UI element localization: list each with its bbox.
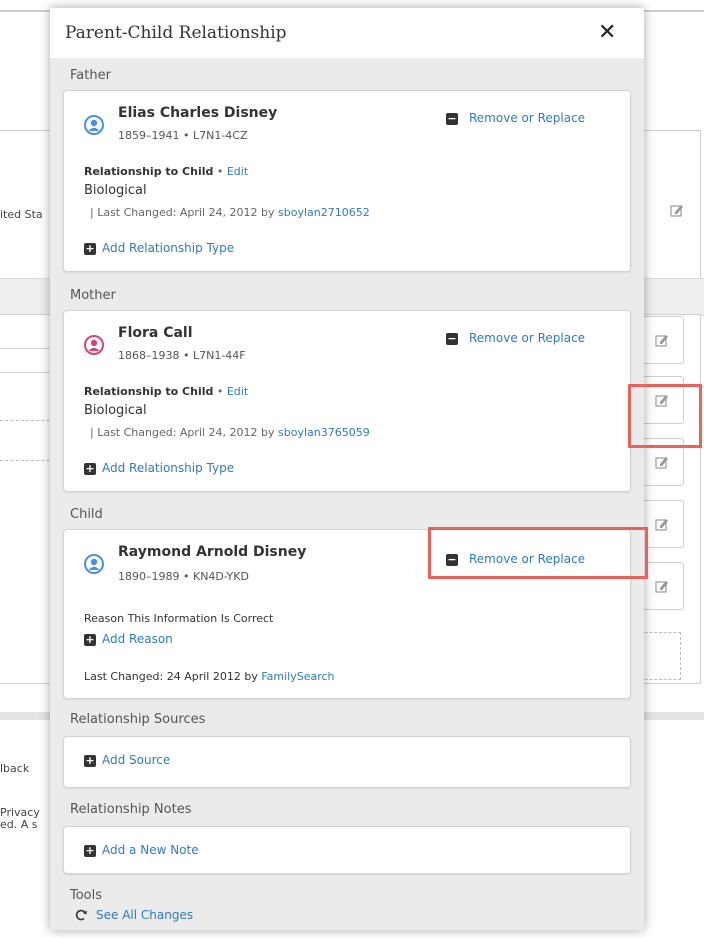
section-label-mother: Mother (70, 288, 116, 303)
background-text-fragment: ed. A s (0, 818, 38, 831)
background-edit-button[interactable] (670, 202, 684, 221)
background-dashed-box (640, 632, 681, 680)
child-years: 1890–1989 (118, 570, 180, 583)
edit-tab-button[interactable] (640, 376, 684, 424)
sources-card: + Add Source (63, 736, 631, 788)
father-remove-or-replace-button[interactable]: Remove or Replace (469, 111, 585, 125)
child-id: KN4D-YKD (192, 570, 249, 583)
section-label-notes: Relationship Notes (70, 802, 192, 817)
mother-name[interactable]: Flora Call (118, 325, 193, 341)
background-text-fragment: lback (0, 762, 30, 775)
edit-tab-button[interactable] (640, 316, 684, 364)
mother-changed-by-link[interactable]: sboylan3765059 (278, 426, 370, 439)
plus-icon: + (84, 242, 96, 255)
edit-icon (655, 457, 668, 469)
child-remove-or-replace-button[interactable]: Remove or Replace (469, 552, 585, 566)
person-female-icon (84, 335, 104, 355)
father-add-relationship-type-button[interactable]: Add Relationship Type (102, 241, 234, 255)
background-text-fragment: ited Sta (0, 208, 43, 221)
relationship-modal: Parent-Child Relationship ✕ Father Elias… (50, 8, 644, 930)
minus-icon: − (446, 332, 458, 345)
plus-icon: + (84, 754, 96, 767)
father-years: 1859–1941 (118, 129, 180, 142)
plus-icon: + (84, 462, 96, 475)
child-add-reason-button[interactable]: Add Reason (102, 632, 173, 646)
person-male-icon (84, 115, 104, 135)
child-last-changed-text: Last Changed: 24 April 2012 by (84, 670, 258, 683)
father-meta: 1859–1941 • L7N1-4CZ (118, 129, 248, 142)
father-edit-link[interactable]: Edit (227, 165, 248, 178)
child-reason-label: Reason This Information Is Correct (84, 612, 274, 625)
edit-icon (655, 581, 668, 593)
mother-card: Flora Call 1868–1938 • L7N1-44F − Remove… (63, 310, 631, 492)
modal-title: Parent-Child Relationship (65, 23, 287, 43)
child-card: Raymond Arnold Disney 1890–1989 • KN4D-Y… (63, 529, 631, 699)
edit-tab-button[interactable] (640, 562, 684, 610)
mother-last-changed: | Last Changed: April 24, 2012 by sboyla… (90, 426, 370, 439)
edit-icon (655, 335, 668, 347)
edit-tab-button[interactable] (640, 500, 684, 548)
edit-icon (670, 205, 683, 217)
add-note-button[interactable]: Add a New Note (102, 843, 199, 857)
father-name[interactable]: Elias Charles Disney (118, 105, 277, 121)
see-all-changes-link[interactable]: See All Changes (96, 908, 193, 922)
father-card: Elias Charles Disney 1859–1941 • L7N1-4C… (63, 90, 631, 272)
plus-icon: + (84, 844, 96, 857)
father-relationship-type: Biological (84, 183, 147, 198)
minus-icon: − (446, 553, 458, 566)
section-label-tools: Tools (70, 888, 103, 903)
section-label-father: Father (70, 68, 111, 83)
father-last-changed-text: | Last Changed: April 24, 2012 by (90, 206, 275, 219)
close-icon[interactable]: ✕ (598, 20, 616, 45)
modal-header: Parent-Child Relationship ✕ (50, 8, 644, 58)
father-changed-by-link[interactable]: sboylan2710652 (278, 206, 370, 219)
add-source-button[interactable]: Add Source (102, 753, 170, 767)
mother-relationship-label: Relationship to Child • Edit (84, 385, 249, 398)
mother-meta: 1868–1938 • L7N1-44F (118, 349, 246, 362)
edit-tab-button[interactable] (640, 438, 684, 486)
section-label-sources: Relationship Sources (70, 712, 206, 727)
plus-icon: + (84, 633, 96, 646)
mother-edit-link[interactable]: Edit (227, 385, 248, 398)
section-label-child: Child (70, 507, 103, 522)
mother-relationship-type: Biological (84, 403, 147, 418)
father-id: L7N1-4CZ (192, 129, 248, 142)
person-male-icon (84, 554, 104, 574)
mother-id: L7N1-44F (192, 349, 246, 362)
minus-icon: − (446, 112, 458, 125)
mother-remove-or-replace-button[interactable]: Remove or Replace (469, 331, 585, 345)
child-changed-by-link[interactable]: FamilySearch (261, 670, 334, 683)
edit-icon (655, 519, 668, 531)
edit-icon (655, 395, 668, 407)
relationship-to-child-label: Relationship to Child (84, 165, 214, 178)
father-relationship-label: Relationship to Child • Edit (84, 165, 249, 178)
mother-last-changed-text: | Last Changed: April 24, 2012 by (90, 426, 275, 439)
notes-card: + Add a New Note (63, 826, 631, 874)
relationship-to-child-label: Relationship to Child (84, 385, 214, 398)
refresh-icon (75, 909, 87, 921)
child-last-changed: Last Changed: 24 April 2012 by FamilySea… (84, 670, 335, 683)
father-last-changed: | Last Changed: April 24, 2012 by sboyla… (90, 206, 370, 219)
mother-add-relationship-type-button[interactable]: Add Relationship Type (102, 461, 234, 475)
child-meta: 1890–1989 • KN4D-YKD (118, 570, 249, 583)
child-name[interactable]: Raymond Arnold Disney (118, 544, 306, 560)
mother-years: 1868–1938 (118, 349, 180, 362)
